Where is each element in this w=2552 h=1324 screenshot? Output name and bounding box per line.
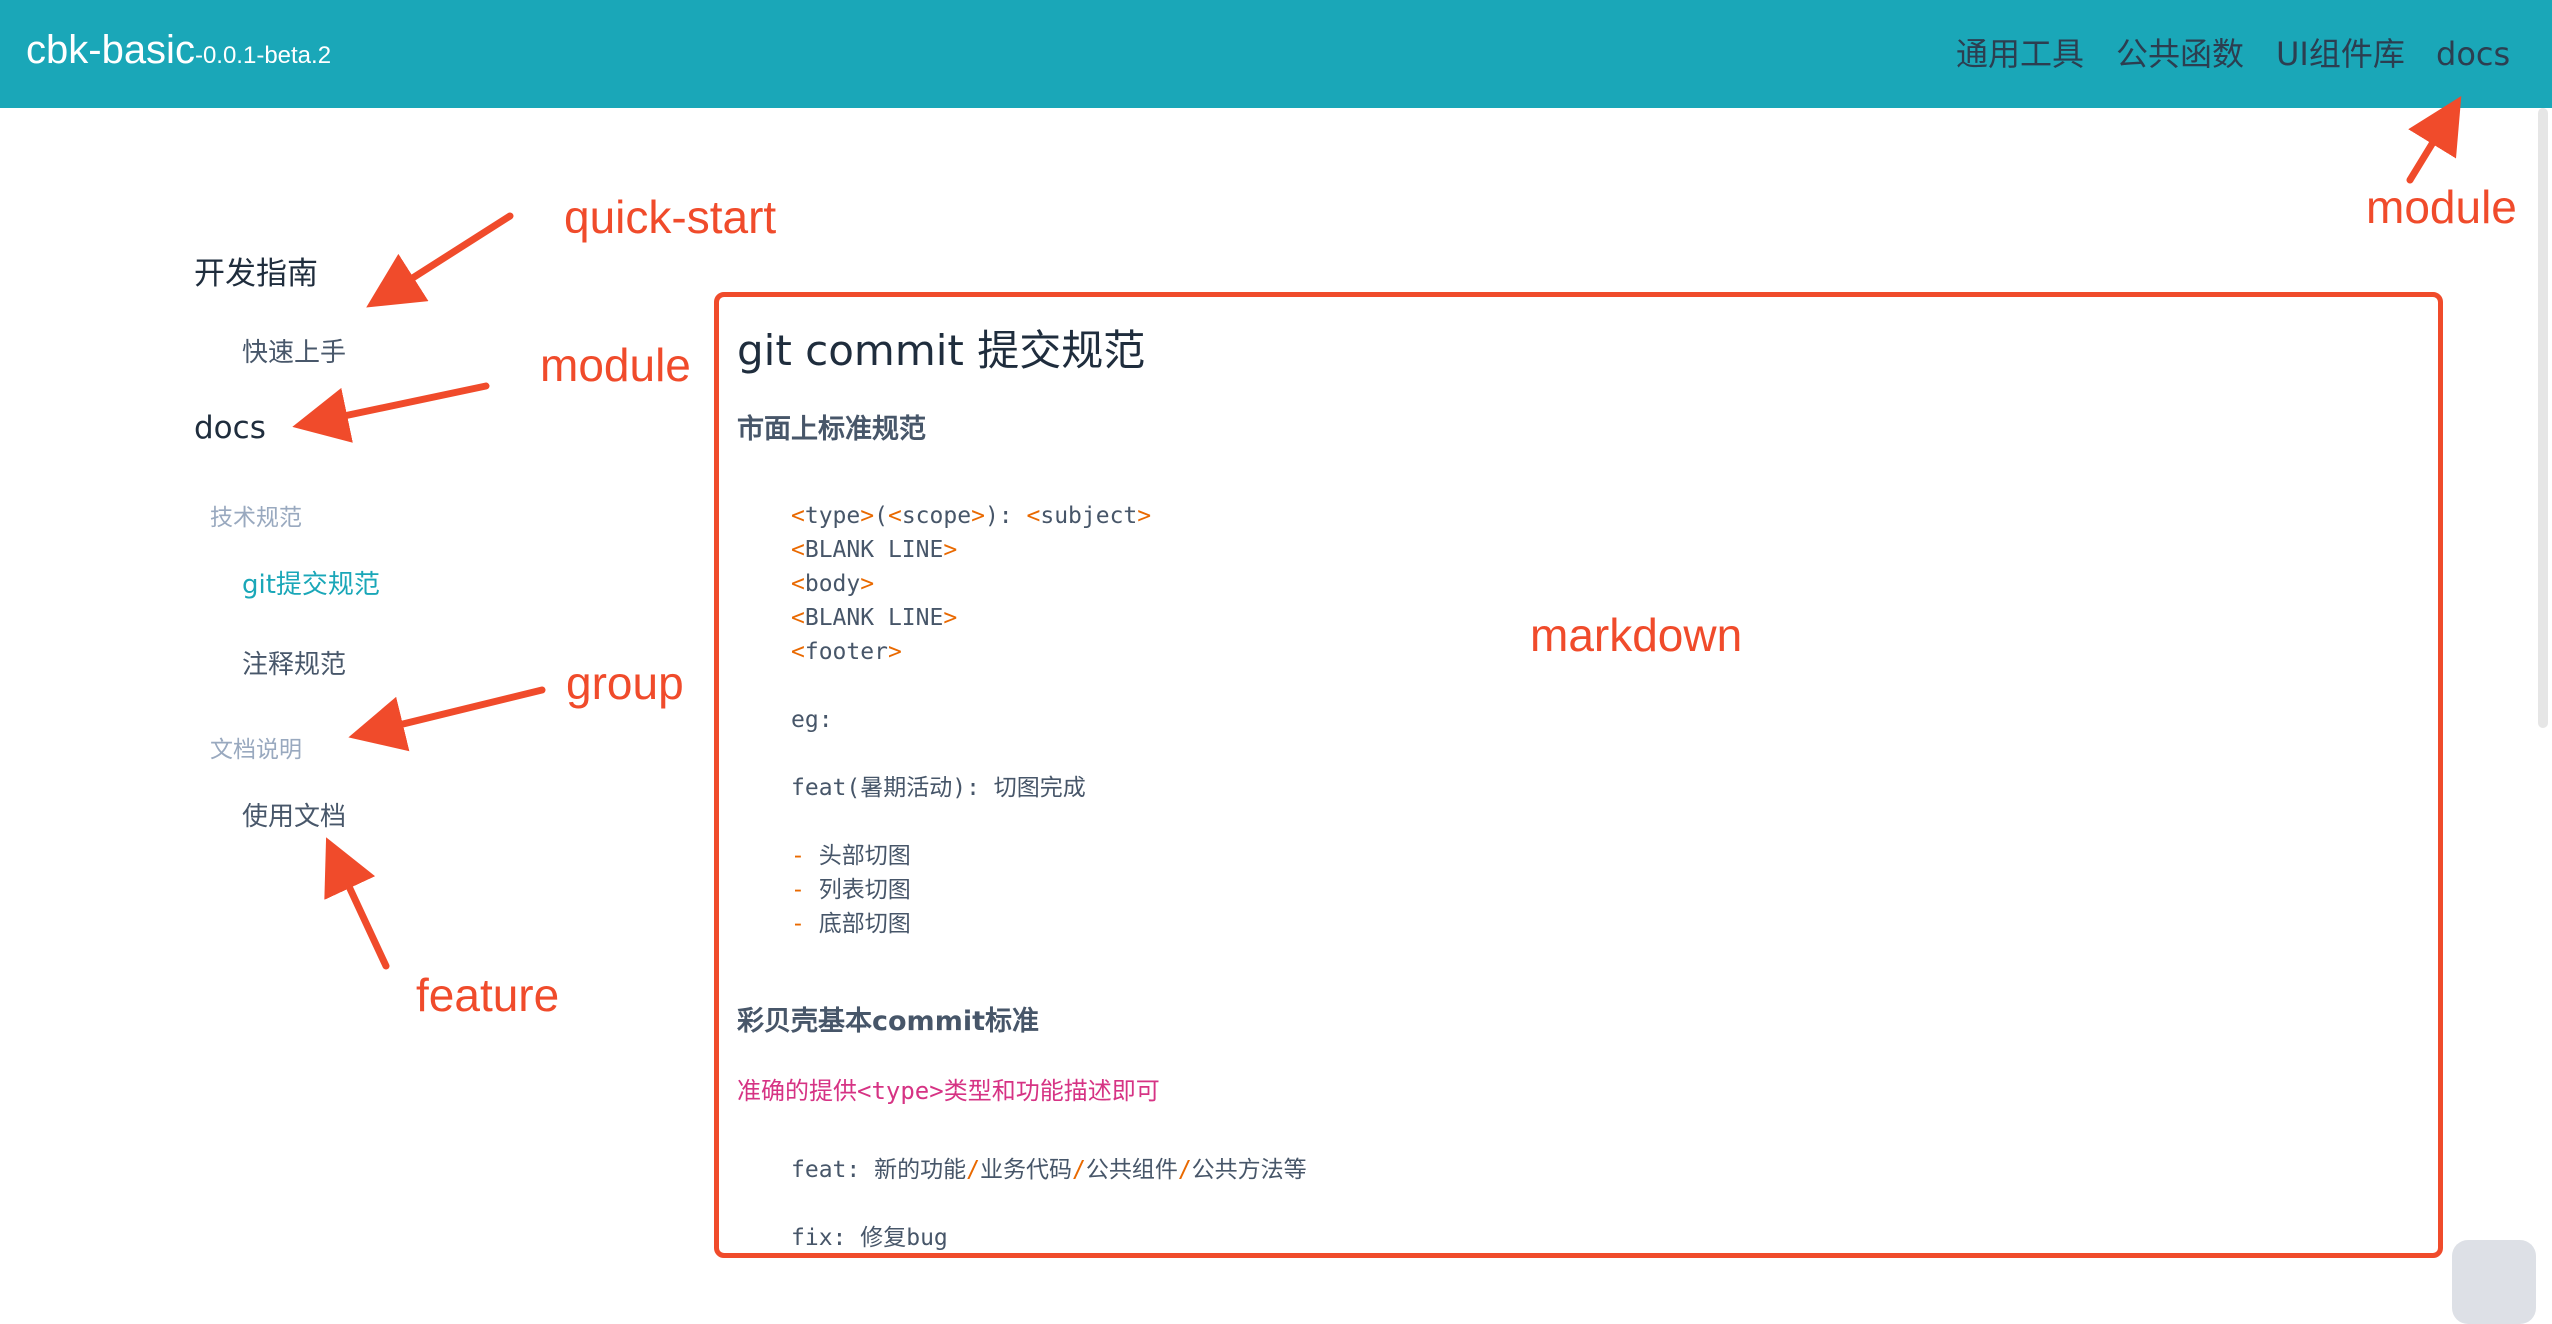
arrow-module-right [2406,96,2462,184]
annotation-feature: feature [416,969,560,1021]
annotation-group: group [566,657,684,709]
arrow-quick-start [366,212,514,308]
annotation-quick-start: quick-start [564,191,777,243]
gear-icon[interactable] [2452,1240,2536,1324]
arrow-module-left [292,382,490,443]
annotation-arrows [292,96,2462,970]
scrollbar[interactable] [2538,108,2548,728]
arrow-feature [324,837,390,970]
annotation-module-right: module [2366,181,2517,233]
annotation-module-left: module [540,339,691,391]
arrow-group [348,686,546,752]
annotation-markdown: markdown [1530,609,1743,661]
